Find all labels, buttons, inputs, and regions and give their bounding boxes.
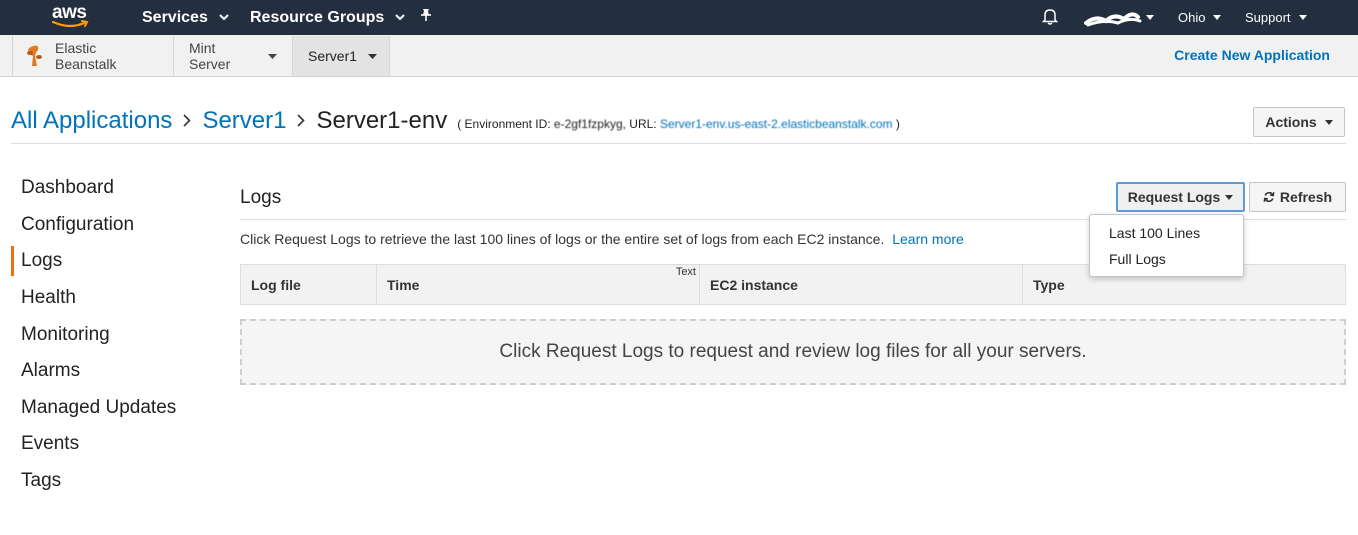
page-title: Server1-env — [316, 107, 448, 134]
bell-icon — [1041, 8, 1059, 28]
region-label: Ohio — [1178, 10, 1206, 25]
chevron-right-icon — [183, 111, 192, 132]
services-menu[interactable]: Services — [142, 0, 229, 35]
refresh-label: Refresh — [1279, 189, 1333, 205]
column-header-time[interactable]: Time Text — [377, 265, 700, 304]
notifications-button[interactable] — [1041, 0, 1059, 35]
beanstalk-icon — [25, 44, 45, 68]
description-text: Click Request Logs to retrieve the last … — [240, 231, 885, 247]
side-navigation: Dashboard Configuration Logs Health Moni… — [11, 170, 211, 499]
breadcrumb-all-applications[interactable]: All Applications — [11, 107, 172, 135]
support-label: Support — [1245, 10, 1291, 25]
environment-name: Server1 — [308, 48, 358, 64]
environment-url-link[interactable]: Server1-env.us-east-2.elasticbeanstalk.c… — [660, 117, 893, 131]
chevron-down-icon — [1213, 15, 1222, 20]
request-logs-label: Request Logs — [1127, 189, 1221, 205]
actions-label: Actions — [1265, 114, 1317, 130]
section-title: Logs — [240, 187, 282, 208]
environment-info: ( Environment ID: e-2gf1fzpkyg, URL: Ser… — [457, 117, 900, 131]
chevron-down-icon — [1298, 15, 1307, 20]
chevron-down-icon — [368, 53, 378, 59]
logs-description: Click Request Logs to retrieve the last … — [240, 231, 964, 247]
chevron-down-icon — [1146, 15, 1154, 20]
time-note-text: Text — [675, 266, 696, 278]
sidebar-item-logs[interactable]: Logs — [11, 243, 211, 280]
caret-down-icon — [1225, 194, 1234, 200]
sidebar-item-managed-updates[interactable]: Managed Updates — [11, 390, 211, 427]
create-new-application-link[interactable]: Create New Application — [1174, 47, 1330, 63]
application-name: Mint Server — [189, 40, 231, 72]
elastic-beanstalk-home[interactable]: Elastic Beanstalk — [12, 36, 174, 76]
menu-item-last-100-lines[interactable]: Last 100 Lines — [1090, 220, 1243, 246]
sidebar-item-health[interactable]: Health — [11, 280, 211, 317]
column-header-log-file[interactable]: Log file — [241, 265, 377, 304]
refresh-button[interactable]: Refresh — [1249, 182, 1346, 212]
sidebar-item-configuration[interactable]: Configuration — [11, 207, 211, 244]
pin-button[interactable] — [419, 0, 433, 35]
service-name: Elastic Beanstalk — [55, 40, 117, 72]
region-menu[interactable]: Ohio — [1178, 0, 1222, 35]
learn-more-link[interactable]: Learn more — [892, 231, 964, 247]
env-info-close: ) — [892, 117, 900, 131]
sidebar-item-dashboard[interactable]: Dashboard — [11, 170, 211, 207]
url-label: URL: — [625, 117, 660, 131]
environment-id: e-2gf1fzpkyg, — [553, 117, 626, 131]
column-header-time-label: Time — [387, 276, 420, 293]
empty-state-message: Click Request Logs to request and review… — [240, 319, 1346, 385]
application-selector[interactable]: Mint Server — [174, 36, 293, 76]
support-menu[interactable]: Support — [1245, 0, 1307, 35]
sidebar-item-tags[interactable]: Tags — [11, 463, 211, 500]
pin-icon — [419, 8, 433, 28]
services-label: Services — [142, 8, 208, 26]
actions-button[interactable]: Actions — [1253, 107, 1345, 137]
breadcrumb: All Applications Server1 Server1-env ( E… — [11, 104, 900, 138]
environment-selector[interactable]: Server1 — [293, 36, 390, 76]
top-navigation: aws Services Resource Groups Ohio Suppor… — [0, 0, 1358, 35]
aws-smile-icon — [52, 20, 89, 28]
request-logs-dropdown: Last 100 Lines Full Logs — [1089, 214, 1244, 277]
refresh-icon — [1263, 191, 1275, 203]
resource-groups-label: Resource Groups — [250, 8, 385, 26]
service-bar: Elastic Beanstalk Mint Server Server1 Cr… — [0, 35, 1358, 77]
column-header-ec2-instance[interactable]: EC2 instance — [700, 265, 1023, 304]
sidebar-item-events[interactable]: Events — [11, 426, 211, 463]
breadcrumb-application[interactable]: Server1 — [202, 107, 286, 135]
sidebar-item-alarms[interactable]: Alarms — [11, 353, 211, 390]
chevron-down-icon — [395, 14, 405, 21]
account-menu[interactable] — [1084, 0, 1154, 35]
menu-item-full-logs[interactable]: Full Logs — [1090, 246, 1243, 272]
request-logs-button[interactable]: Request Logs — [1116, 182, 1245, 212]
env-info-open: ( Environment ID: — [457, 117, 554, 131]
redacted-account-scribble — [1084, 11, 1142, 26]
header-divider — [11, 143, 1346, 144]
caret-down-icon — [1324, 119, 1333, 125]
sidebar-item-monitoring[interactable]: Monitoring — [11, 316, 211, 353]
resource-groups-menu[interactable]: Resource Groups — [250, 0, 405, 35]
aws-logo[interactable]: aws — [52, 2, 92, 30]
chevron-down-icon — [219, 14, 229, 21]
chevron-right-icon — [297, 111, 306, 132]
chevron-down-icon — [268, 53, 277, 59]
